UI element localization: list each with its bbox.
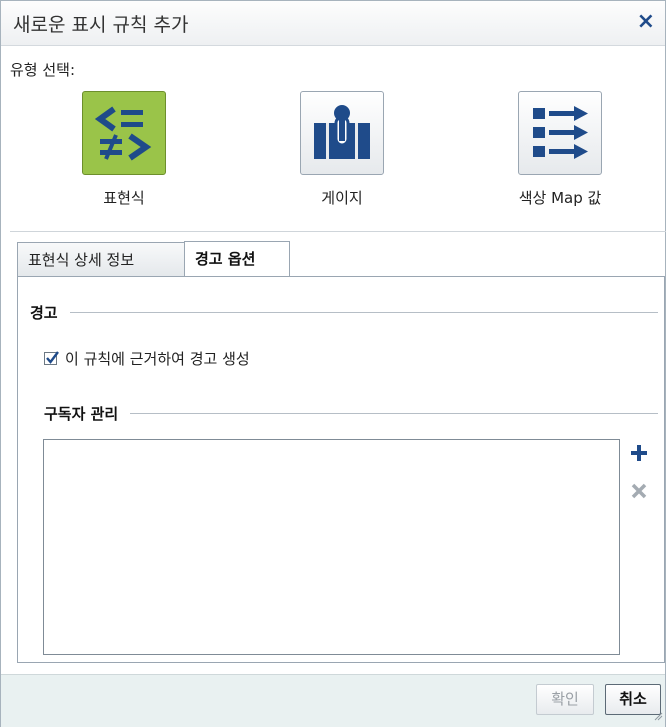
add-display-rule-dialog: 새로운 표시 규칙 추가 × 유형 선택: 표현식 게이지 색상 Map 값 표… (0, 0, 666, 727)
dialog-footer: 확인 취소 (1, 674, 665, 727)
subscriber-list[interactable] (43, 439, 620, 655)
subscriber-group-title: 구독자 관리 (44, 405, 119, 423)
type-option-label: 게이지 (321, 189, 363, 207)
group-rule (69, 312, 658, 313)
title-bar[interactable]: 새로운 표시 규칙 추가 × (1, 1, 665, 46)
ok-button[interactable]: 확인 (536, 684, 594, 715)
type-option-label: 표현식 (103, 189, 145, 207)
alert-options-panel: 경고 이 규칙에 근거하여 경고 생성 구독자 관리 (17, 276, 665, 663)
divider (10, 231, 666, 232)
group-rule (130, 413, 658, 414)
alert-group-title: 경고 (30, 304, 58, 322)
expression-icon (82, 91, 166, 175)
generate-alert-checkbox-row[interactable]: 이 규칙에 근거하여 경고 생성 (44, 348, 250, 369)
check-icon (46, 351, 59, 364)
gauge-icon (300, 91, 384, 175)
type-option-gauge[interactable]: 게이지 (272, 91, 412, 208)
tab-expression-details[interactable]: 표현식 상세 정보 (17, 242, 185, 277)
subscriber-group: 구독자 관리 (44, 403, 658, 424)
alert-group: 경고 (30, 302, 658, 323)
remove-icon (630, 482, 648, 504)
tab-alert-options[interactable]: 경고 옵션 (184, 241, 290, 277)
dialog-title: 새로운 표시 규칙 추가 (13, 14, 189, 36)
color-map-icon (518, 91, 602, 175)
type-option-expression[interactable]: 표현식 (54, 91, 194, 208)
close-icon[interactable]: × (637, 9, 655, 35)
generate-alert-checkbox[interactable] (44, 351, 59, 365)
resize-grip-icon[interactable] (653, 706, 663, 725)
generate-alert-label: 이 규칙에 근거하여 경고 생성 (65, 350, 250, 368)
plus-icon[interactable] (630, 444, 648, 466)
type-option-label: 색상 Map 값 (518, 189, 602, 207)
type-option-color-map[interactable]: 색상 Map 값 (490, 91, 630, 208)
type-select-label: 유형 선택: (10, 61, 76, 79)
